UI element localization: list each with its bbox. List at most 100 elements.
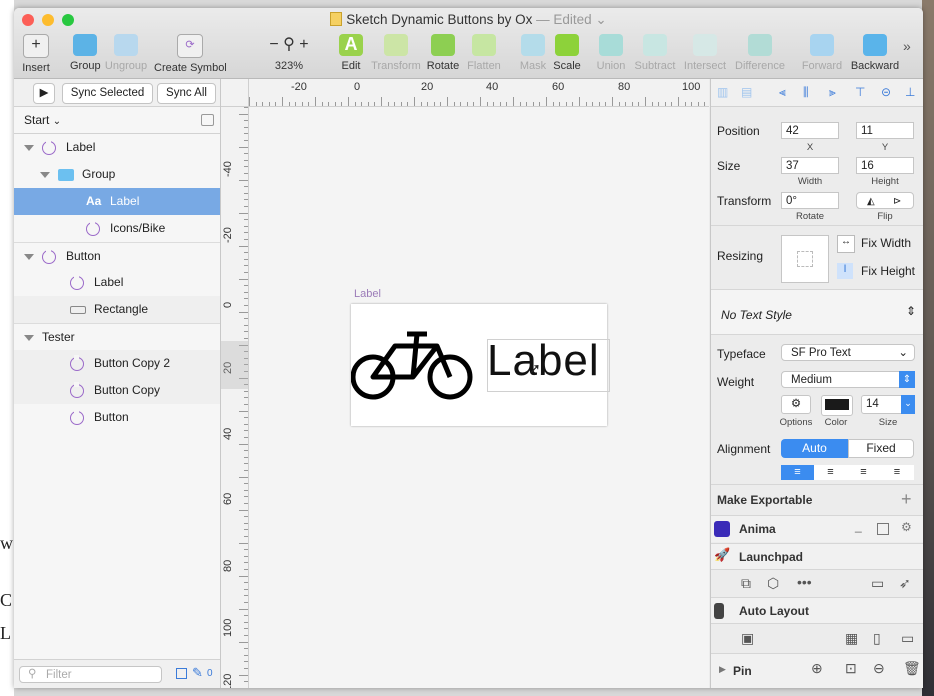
artboard-title[interactable]: Label [354,288,381,300]
alignment-fixed-button[interactable]: Fixed [848,439,914,458]
text-align-justify-button[interactable]: ≡ [880,465,914,480]
backward-tool-button[interactable]: Backward [849,34,901,72]
make-exportable-section[interactable]: Make Exportable + [711,484,923,515]
layer-row[interactable]: Aa Label [14,188,220,215]
disclosure-triangle-icon[interactable] [24,254,34,260]
disclosure-triangle-icon[interactable] [24,145,34,151]
anima-plugin-header[interactable]: Anima _ ⚙ [711,515,923,542]
intersect-tool-button[interactable]: Intersect [682,34,728,72]
auto-layout-plugin-header[interactable]: Auto Layout [711,597,923,624]
pin-vertical-icon[interactable]: ⊡ [845,660,857,677]
page-selector[interactable]: Start ⌄ [24,113,61,127]
text-options-button[interactable]: ⚙ [781,395,811,414]
rotate-field[interactable]: 0° [781,192,839,209]
flip-vertical-icon[interactable]: ⊳ [893,193,901,210]
play-button[interactable]: ▶ [33,83,55,104]
weight-stepper-icon[interactable]: ⇕ [899,371,915,388]
layer-row[interactable]: Label [14,134,220,161]
flip-horizontal-icon[interactable]: ◭ [867,193,875,210]
auto-layout-phone-icon[interactable]: ▯ [873,630,881,647]
font-size-field[interactable]: 14 ⌄ [861,395,915,414]
alignment-auto-button[interactable]: Auto [781,439,848,458]
fix-width-toggle[interactable]: Fix Width [861,236,911,250]
pin-plugin-header[interactable]: ▶ Pin ⊕ ⊡ ⊖ 🗑 [711,653,923,688]
auto-layout-grid-icon[interactable]: ▦ [845,630,858,647]
zoom-tool-button[interactable]: − ⚲ + 323% [269,34,308,72]
align-right-icon[interactable]: ⫸ [829,85,843,99]
height-field[interactable]: 16 [856,157,914,174]
launchpad-code-icon[interactable]: ⧉ [741,575,751,592]
position-y-field[interactable]: 11 [856,122,914,139]
text-style-chevron-icon[interactable]: ⇕ [906,304,916,318]
position-x-field[interactable]: 42 [781,122,839,139]
edit-tool-button[interactable]: A Edit [337,34,365,72]
insert-tool-button[interactable]: + Insert [21,34,51,74]
pin-horizontal-icon[interactable]: ⊖ [873,660,885,677]
rotate-tool-button[interactable]: Rotate [425,34,461,72]
fix-height-toggle[interactable]: Fix Height [861,264,915,278]
disclosure-triangle-icon[interactable] [24,335,34,341]
flatten-tool-button[interactable]: Flatten [465,34,503,72]
group-tool-button[interactable]: Group [70,34,101,72]
union-tool-button[interactable]: Union [594,34,628,72]
text-align-right-button[interactable]: ≡ [847,465,880,480]
layer-row[interactable]: Button [14,404,220,431]
pin-expand-icon[interactable]: ▶ [719,664,726,675]
align-middle-icon[interactable]: ⊝ [881,85,895,99]
label-text-layer[interactable]: Label [487,336,600,386]
text-style-select[interactable]: No Text Style [721,308,792,322]
layer-row[interactable]: Icons/Bike [14,215,220,242]
width-field[interactable]: 37 [781,157,839,174]
text-align-center-button[interactable]: ≡ [814,465,847,480]
create-symbol-tool-button[interactable]: ⟳ Create Symbol [154,34,227,74]
fix-width-icon[interactable]: ↔ [837,235,855,253]
forward-tool-button[interactable]: Forward [800,34,844,72]
sync-selected-button[interactable]: Sync Selected [62,83,153,104]
align-top-icon[interactable]: ⊤ [855,85,869,99]
toolbar-overflow-icon[interactable]: » [903,38,911,54]
pin-trash-icon[interactable]: 🗑 [903,660,921,677]
symbols-filter-icon[interactable] [176,668,187,679]
filter-input[interactable]: ⚲ Filter [19,666,162,683]
text-align-left-button[interactable]: ≡ [781,465,814,480]
launchpad-plugin-header[interactable]: 🚀 Launchpad [711,543,923,570]
layer-row[interactable]: Tester [14,323,220,351]
typeface-select[interactable]: SF Pro Text ⌄ [781,344,915,361]
disclosure-triangle-icon[interactable] [40,172,50,178]
launchpad-launch-icon[interactable]: ➶ [899,575,911,592]
mask-tool-button[interactable]: Mask [518,34,548,72]
text-color-well[interactable] [821,395,853,416]
launchpad-more-icon[interactable]: ••• [797,574,812,590]
anima-settings-icon[interactable]: ⚙ [901,520,912,534]
ungroup-tool-button[interactable]: Ungroup [103,34,149,72]
pin-all-icon[interactable]: ⊕ [811,660,823,677]
scale-tool-button[interactable]: Scale [552,34,582,72]
anima-minimize-icon[interactable]: _ [855,519,862,533]
launchpad-browser-icon[interactable]: ▭ [871,575,884,592]
layer-row[interactable]: Rectangle [14,296,220,323]
layer-row[interactable]: Group [14,161,220,188]
pencil-filter-icon[interactable]: ✎ [192,665,203,681]
font-size-dropdown-icon[interactable]: ⌄ [901,395,915,414]
subtract-tool-button[interactable]: Subtract [632,34,678,72]
add-export-icon[interactable]: + [901,489,912,510]
horizontal-ruler[interactable]: -20 0 20 40 60 80 100 [249,79,709,107]
launchpad-cube-icon[interactable]: ⬡ [767,575,779,592]
weight-select[interactable]: Medium ⇕ [781,371,915,388]
auto-layout-tablet-icon[interactable]: ▭ [901,630,914,647]
layer-row[interactable]: Button Copy [14,377,220,404]
layer-row[interactable]: Label [14,269,220,296]
fix-height-icon[interactable]: I [837,263,853,279]
distribute-horizontal-icon[interactable]: ▥ [717,85,731,99]
flip-control[interactable]: ◭ ⊳ [856,192,914,209]
align-bottom-icon[interactable]: ⊥ [905,85,919,99]
layer-row[interactable]: Button [14,242,220,270]
distribute-vertical-icon[interactable]: ▤ [741,85,755,99]
resizing-widget[interactable] [781,235,829,283]
align-center-icon[interactable]: ⫼ [803,85,817,99]
sync-all-button[interactable]: Sync All [157,83,216,104]
anima-panel-icon[interactable] [877,523,889,535]
align-left-icon[interactable]: ⫷ [779,85,793,99]
collapse-pages-icon[interactable] [201,114,214,126]
auto-layout-folder-icon[interactable]: ▣ [741,630,754,647]
